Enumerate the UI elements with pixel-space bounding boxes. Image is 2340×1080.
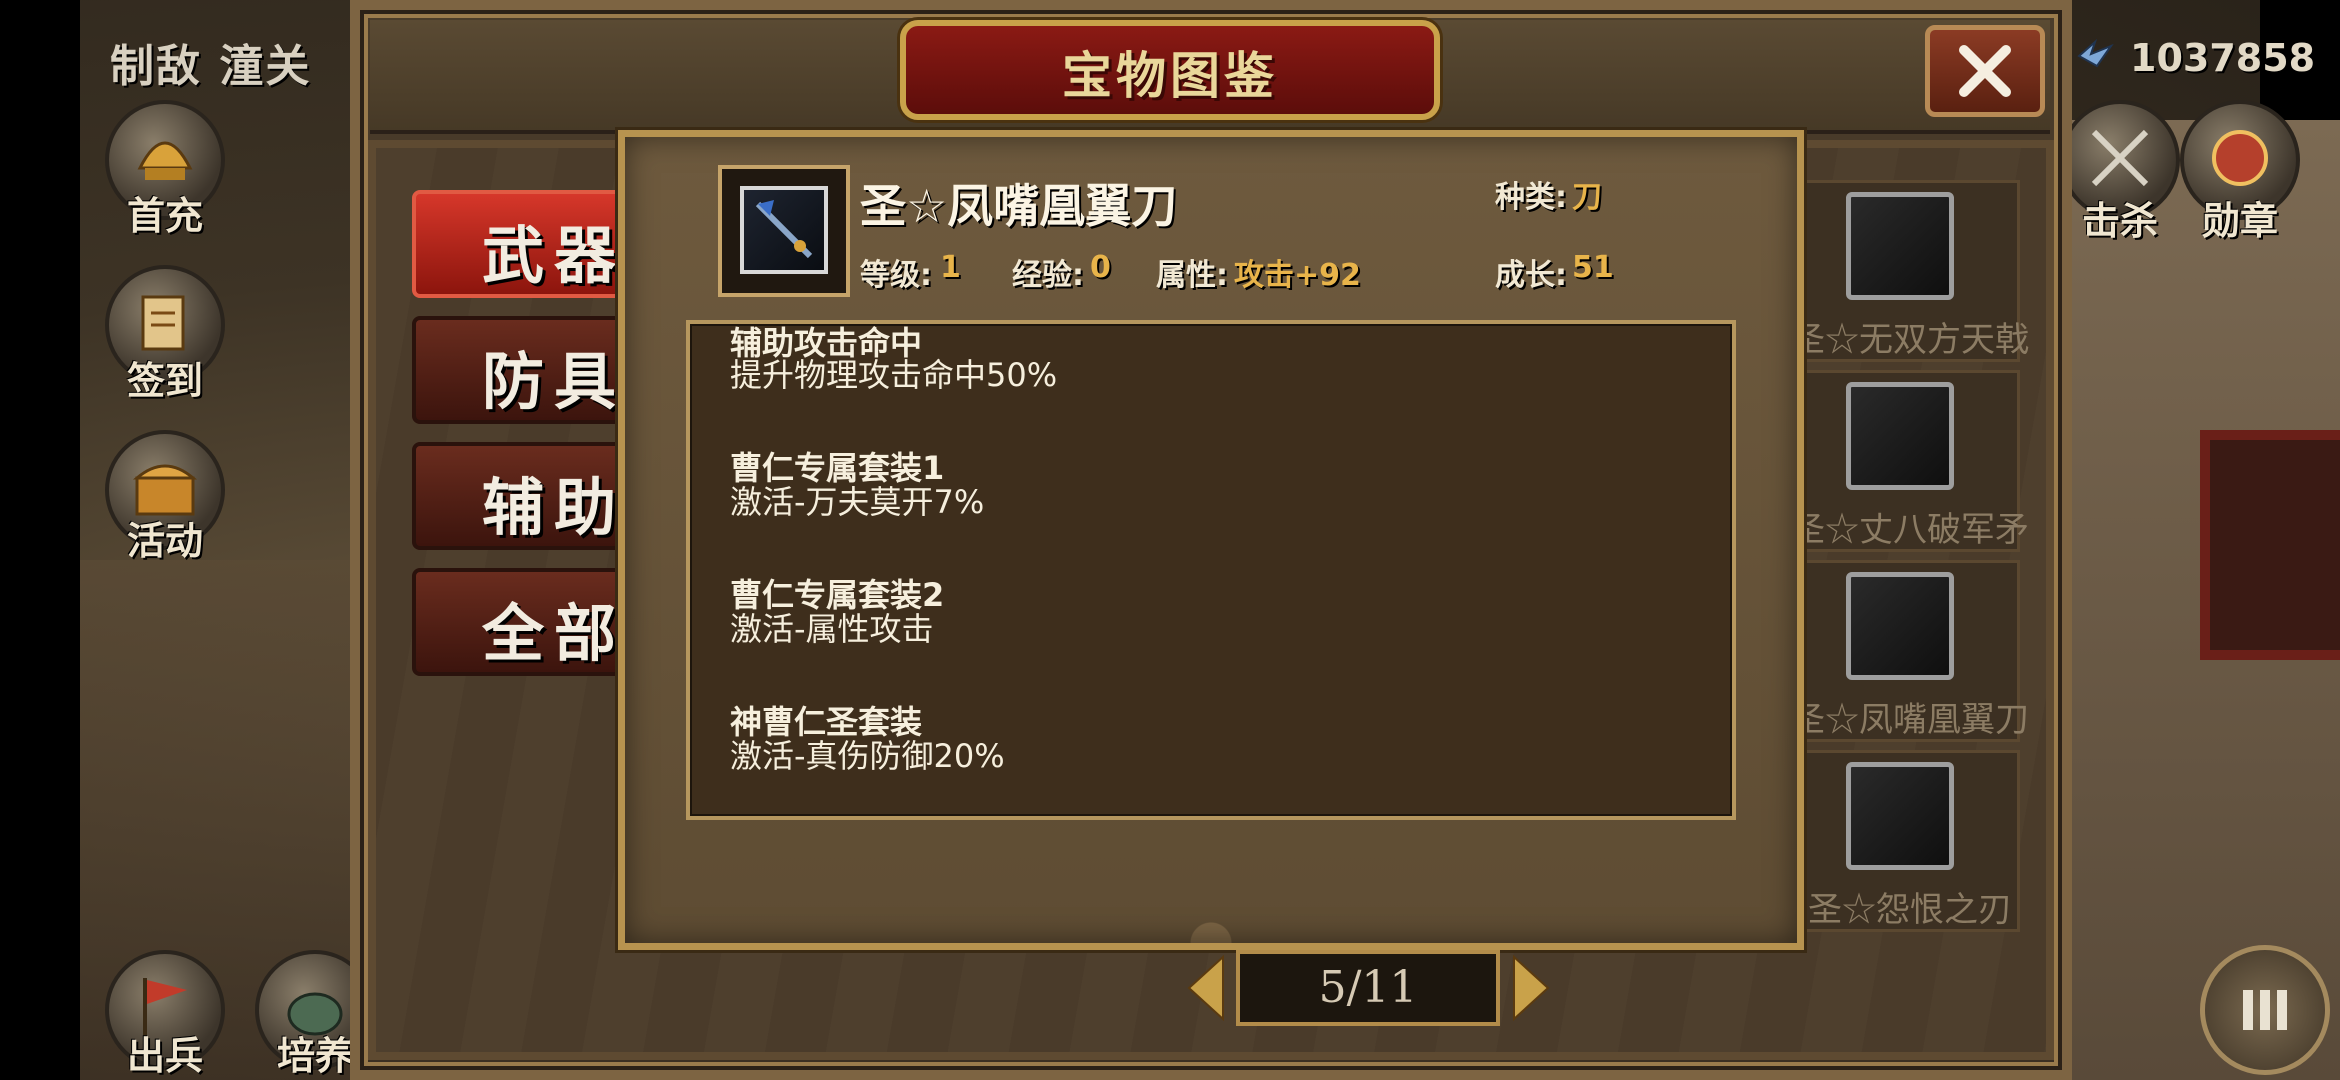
sign-in-label: 签到 (126, 359, 203, 403)
growth-label: 成长: (1495, 258, 1567, 293)
type-value: 刀 (1572, 180, 1602, 215)
prev-page-button[interactable] (1185, 955, 1225, 1021)
close-icon (1959, 45, 2011, 97)
menu-button[interactable] (2200, 945, 2330, 1075)
blade-icon (1846, 762, 1954, 870)
attribute-value: 攻击+92 (1234, 258, 1361, 293)
medal-label: 勋章 (2201, 199, 2278, 243)
tab-armor-label: 防具 (482, 345, 627, 418)
exp-value: 0 (1090, 250, 1111, 285)
effect-text: 激活-属性攻击 (730, 610, 934, 648)
effect-text: 激活-万夫莫开7% (730, 483, 985, 521)
currency-amount: 1037858 (2130, 36, 2316, 80)
level-value: 1 (940, 250, 961, 285)
first-recharge-label: 首充 (126, 194, 203, 238)
location-label: 制敌 潼关 (110, 41, 312, 92)
tab-weapon-label: 武器 (482, 219, 627, 292)
close-button[interactable] (1925, 25, 2045, 117)
dialog-title: 宝物图鉴 (1062, 47, 1278, 105)
effect-text: 激活-真伤防御20% (730, 737, 1005, 775)
dispatch-label: 出兵 (126, 1034, 203, 1078)
glaive-icon (740, 186, 828, 274)
page-number: 5/11 (1318, 962, 1418, 1013)
crossed-swords-icon (2091, 129, 2149, 187)
growth-value: 51 (1572, 250, 1614, 285)
next-page-button[interactable] (1512, 955, 1552, 1021)
background-rack (2200, 430, 2340, 660)
effect-text: 提升物理攻击命中50% (730, 356, 1058, 394)
item-name: 圣☆凤嘴凰翼刀 (1791, 700, 2029, 740)
tab-accessory-label: 辅助 (482, 471, 627, 544)
menu-bars-icon (2243, 990, 2287, 1030)
item-name: 圣☆无双方天戟 (1791, 320, 2029, 360)
type-label: 种类: (1495, 180, 1567, 215)
item-title: 圣☆凤嘴凰翼刀 (860, 179, 1178, 233)
glaive-blade-icon (755, 200, 813, 259)
tab-all-label: 全部 (482, 597, 627, 670)
event-label: 活动 (126, 519, 203, 563)
spear-icon (1846, 382, 1954, 490)
attribute-label: 属性: (1156, 258, 1228, 293)
item-name: 圣☆怨恨之刃 (1808, 890, 2012, 930)
medal-icon (2212, 130, 2268, 186)
glaive-icon (1846, 572, 1954, 680)
level-label: 等级: (860, 258, 932, 293)
halberd-icon (1846, 192, 1954, 300)
item-name: 圣☆丈八破军矛 (1791, 510, 2029, 550)
wing-icon (2077, 38, 2114, 68)
exp-label: 经验: (1012, 258, 1084, 293)
